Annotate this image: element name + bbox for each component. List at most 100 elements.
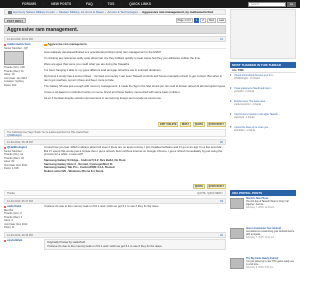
sidebar-ad[interactable] [230,9,296,59]
post-number[interactable]: #4 [220,233,223,238]
post-icon [44,43,47,47]
breadcrumb-item[interactable]: Modern Military, Air Arms & Naval [59,10,103,14]
pagination: Page 1 of 2 1 2 Next Last [175,18,226,23]
post-number[interactable]: #1 [220,37,223,42]
user-stat: Posts: 1,018 [4,167,19,170]
online-status-icon [4,205,6,208]
post-paragraph: I believe it's due to the memory leak on… [44,204,160,208]
nav-tos[interactable]: TOS [108,2,115,6]
breadcrumb: Harmony Sisters Military Forum › Modern M… [4,9,226,15]
online-status-icon [4,43,6,46]
portal-title[interactable]: The Big Game Ready Android [246,258,278,260]
post-paragraph: The Galaxy S5 was just enough with memor… [44,83,226,88]
home-icon[interactable] [8,10,12,14]
portal-date: February 7, 2015, 10:11 am [246,237,275,239]
portal-thumbnail[interactable] [230,258,244,269]
username[interactable]: xpvhdbhpl [7,238,22,243]
thread-title: Aggressive ram management. [4,25,226,34]
thanks-label: Thanks [7,192,15,195]
thread-toolbar: POST REPLY Page 1 of 2 1 2 Next Last [4,17,226,24]
page-next[interactable]: Next [206,18,217,23]
post-header: 12-20-2012, 05:47 PM #3 [4,198,226,204]
post-userinfo: mathemetricfont Senior Member - QP Thank… [4,42,42,87]
page-1[interactable]: 1 [193,18,200,23]
thanks-box: The Following User Says Thank You to mat… [4,129,226,137]
sidebar-subheader: ALL TIME [230,68,296,73]
post-header: 12-20-2012, 03:01 PM #1 [4,36,226,42]
most-thanked-item[interactable]: 5I spend the issue up to of are you... xp… [230,127,296,133]
post-paragraph: My bonus it surely has a some refined...… [44,73,223,82]
nav-forums[interactable]: FORUMS [22,2,36,6]
portal-header: XDA PORTAL POSTS [230,190,296,196]
nav-new-posts[interactable]: NEW POSTS [51,2,71,6]
online-status-icon [4,146,6,149]
post-userinfo: vaderheld Member Thanks (Giv): 0 Thanks … [4,204,42,230]
quote-button[interactable]: QUOTE [192,184,205,189]
username[interactable]: vaderheld [7,204,21,209]
post-content: I found how you feel. RAM is always abou… [44,145,226,173]
post-content: I believe it's due to the memory leak on… [44,204,226,211]
post-content: Aggressive ram management. How relativel… [44,42,226,103]
portal-date: February 6, 2015, 6:30 pm [246,267,274,269]
post-userinfo: xpvhdbhpl [4,238,42,243]
portal-title[interactable]: Xiaomi's New Phone [246,198,268,200]
thanks-user[interactable]: QHalBiologist [7,134,223,137]
most-thanked-item[interactable]: 2I have mastered a Taseth ask may it... p… [230,88,296,94]
user-role: Senior Member - QP [4,46,28,50]
post-userinfo: QHalBiologist Senior Member Thanks (Giv)… [4,145,42,171]
portal-post[interactable]: Xiaomi's New Phone The first day of Tasse… [230,198,296,226]
most-thanked-item[interactable]: 3 Another issue. The name uses... mathemet… [230,101,296,107]
post-date: 12-20-2012, 06:33 PM [7,234,33,237]
quick-reply-button[interactable]: QUICK REPLY [206,122,226,127]
post-date: 12-20-2012, 03:01 PM [7,38,33,41]
page-2[interactable]: 2 [200,18,206,23]
post-paragraph: I found how you feel. RAM is always abou… [44,145,223,157]
edit-delete-button[interactable]: EDIT / DELETE [158,122,179,127]
post-actions: EDIT / DELETE REPLY QUOTE QUICK REPLY [150,122,226,127]
post-paragraph: How relatively developed/limited is a op… [44,49,162,54]
username[interactable]: QHalBiologist [7,145,27,150]
signature-line: Nokia Lumia 520 - Windows Phone 8.1 Stoc… [44,168,104,173]
username[interactable]: mathemetricfont [7,42,31,47]
quote-button[interactable]: QUOTE [192,122,205,127]
most-thanked-item[interactable]: 1I found a limit about the tone at of 3 … [230,75,296,81]
quick-reply-button[interactable]: QUICK REPLY [207,192,223,195]
post-paragraph: I have a ref-based on unlimited motion o… [44,89,181,94]
avatar[interactable] [4,51,24,65]
quote-button[interactable]: QUOTE [197,192,206,195]
portal-thumbnail[interactable] [230,198,244,209]
post-paragraph: As so if fountain despite certain improv… [44,95,162,100]
post-number[interactable]: #3 [220,199,223,204]
reply-button[interactable]: REPLY [179,122,192,127]
quote-text: I believe it's due to the memory leak on… [47,243,163,248]
nav-quick-links[interactable]: QUICK LINKS [129,2,151,6]
page-last[interactable]: Last [217,18,226,23]
thanks-row: Thanks QUOTE QUICK REPLY [4,190,226,196]
page-info: Page 1 of 2 [175,18,193,23]
portal-post[interactable]: The Big Game Ready Android You just picke… [230,258,296,286]
search-input[interactable]: Search [248,1,286,7]
post-paragraph: I've been hanging it able to my types di… [44,67,162,72]
user-stat: Posts: 11 [4,226,15,229]
quick-reply-button[interactable]: QUICK REPLY [206,184,226,189]
search-button[interactable]: Go [287,1,296,7]
breadcrumb-item[interactable]: Harmony Sisters Military Forum [13,10,55,14]
portal-date: February 7, 2015, 11:49 am [246,207,275,209]
post-reply-button[interactable]: POST REPLY [4,18,27,23]
portal-title[interactable]: How to Customize Your Android [246,228,281,230]
post-actions: QUOTE QUICK REPLY [150,184,226,189]
user-stat: Posts: 302 [4,83,17,87]
post-content: Originally Posted by vaderheld I believe… [44,239,226,252]
most-thanked-item[interactable]: 4I spend one to mention I can apply Tass… [230,114,296,120]
post-header: 12-20-2012, 06:33 PM #4 [4,232,226,238]
portal-post[interactable]: How to Customize Your Android Get started… [230,228,296,256]
nav-faq[interactable]: FAQ [86,2,93,6]
post-paragraph: I'm thinking any reference really quite … [44,55,201,60]
post-date: 12-20-2012, 05:47 PM [7,200,33,203]
portal-thumbnail[interactable] [230,228,244,239]
post-header: 12-20-2012, 05:18 PM #2 [4,139,226,145]
post-paragraph: Were are ages that some you could what y… [44,61,130,66]
breadcrumb-item[interactable]: Armies & Technologies [107,10,137,14]
post-date: 12-20-2012, 05:18 PM [7,141,33,144]
post-title: Aggressive ram management. [47,42,88,46]
